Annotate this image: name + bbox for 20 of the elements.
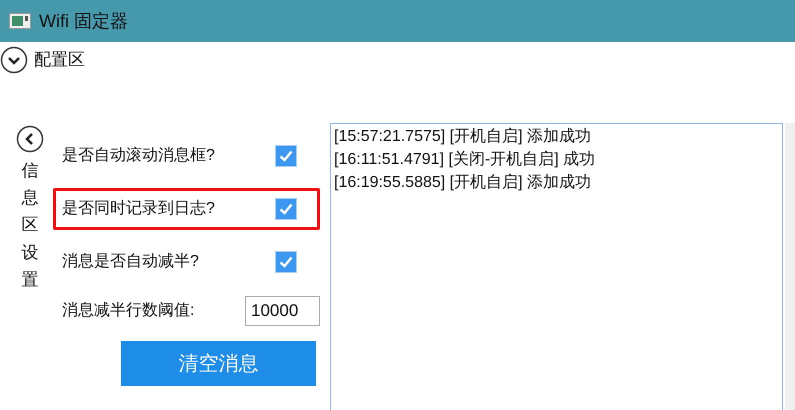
checkbox[interactable] [275, 145, 297, 167]
log-line: [16:11:51.4791] [关闭-开机自启] 成功 [334, 150, 596, 170]
check-icon [279, 256, 293, 268]
option-label: 是否自动滚动消息框? [62, 146, 215, 166]
checkbox[interactable] [275, 251, 297, 273]
collapse-icon[interactable] [16, 125, 44, 153]
log-line: [15:57:21.7575] [开机自启] 添加成功 [334, 126, 592, 147]
log-line: [16:19:55.5885] [开机自启] 添加成功 [334, 172, 592, 193]
section-header[interactable]: 信息区设置 [22, 157, 38, 293]
check-icon [279, 203, 293, 215]
window-title: Wifi 固定器 [39, 10, 128, 32]
checkbox[interactable] [275, 198, 297, 220]
app-icon [9, 13, 31, 29]
check-icon [279, 150, 293, 162]
option-label: 是否同时记录到日志? [62, 198, 215, 219]
field-label: 消息减半行数阈值: [62, 300, 194, 321]
option-label: 消息是否自动减半? [62, 252, 199, 272]
threshold-field[interactable]: 10000 [245, 296, 320, 326]
section-header[interactable]: 配置区 [34, 47, 85, 73]
expand-icon[interactable] [0, 46, 28, 74]
